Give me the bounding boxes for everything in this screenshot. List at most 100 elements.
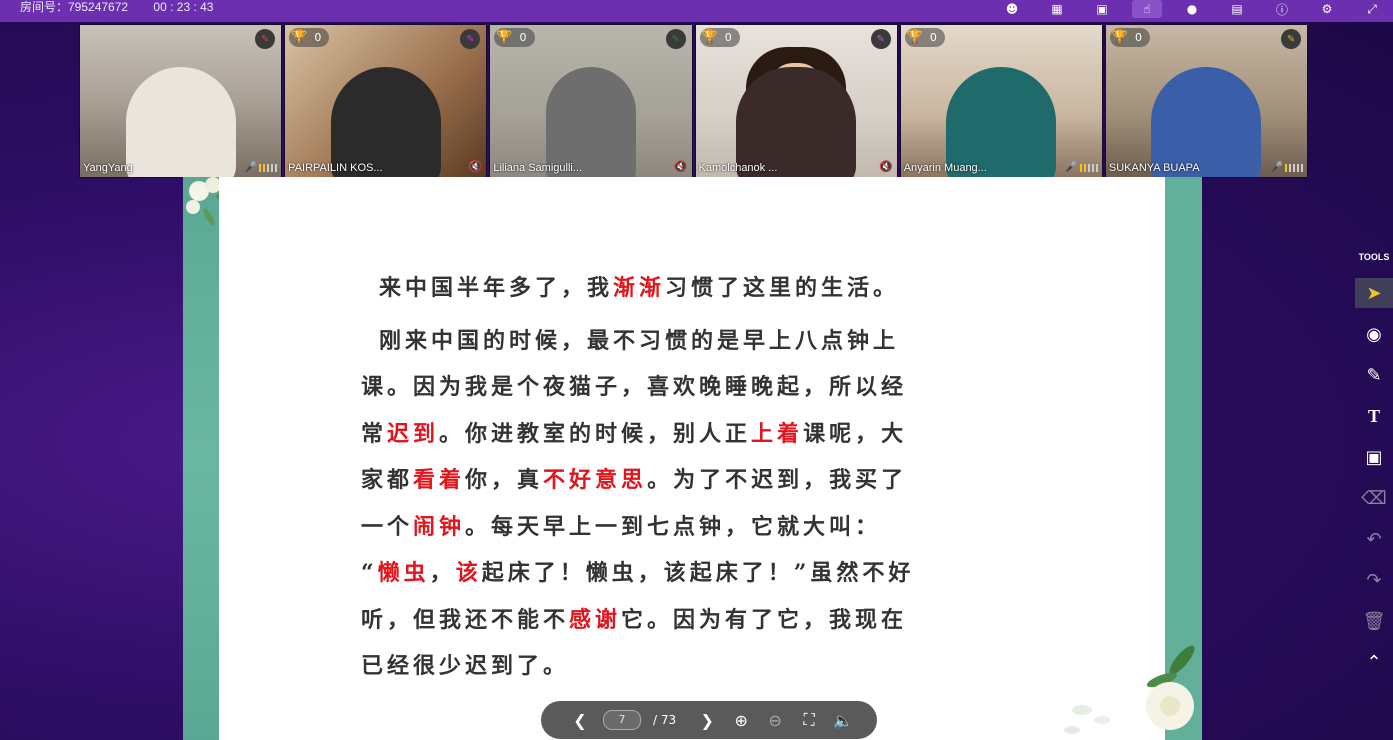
mic-muted-icon: 🔇 — [673, 160, 688, 173]
shape-tool-icon[interactable]: ▣ — [1355, 442, 1393, 472]
top-toolbar: ☻ ▦ ▣ ☝ ● ▤ ⓘ ⚙ ⤢ — [982, 0, 1387, 18]
hand-icon[interactable]: ☝ — [1132, 0, 1162, 18]
text-line: 听，但我还不能不感谢它。因为有了它，我现在 — [361, 597, 1021, 644]
pen-icon[interactable]: ✎ — [255, 29, 276, 49]
library-icon[interactable]: ▦ — [1042, 0, 1072, 18]
participant-name: Anyarin Muang... — [903, 162, 987, 174]
participant-body — [125, 67, 236, 177]
trophy-icon: 🏆 — [701, 30, 718, 45]
trophy-badge: 🏆 0 — [1109, 28, 1151, 47]
video-tile[interactable]: 🏆 0 ✎ PAIRPAILIN KOS... 🔇 — [284, 24, 488, 178]
text-segment: 已经很少迟到了。 — [361, 653, 570, 679]
eraser-tool-icon[interactable]: ⌫ — [1355, 483, 1393, 513]
trophy-icon: 🏆 — [496, 30, 513, 45]
flower-decoration-icon — [1064, 645, 1195, 734]
mic-status: 🔇 — [674, 160, 688, 173]
text-segment: 刚来中国的时候，最不习惯的是早上八点钟上 — [379, 327, 900, 354]
text-line: 一个闹钟。每天早上一到七点钟，它就大叫： — [361, 504, 1021, 551]
text-segment: 课呢，大 — [803, 420, 908, 447]
trophy-count: 0 — [519, 31, 527, 44]
pen-icon[interactable]: ✎ — [460, 29, 481, 49]
pointer-tool-icon[interactable]: ➤ — [1355, 278, 1393, 308]
page-number-input[interactable]: 7 — [603, 710, 641, 730]
mic-icon: 🎤 — [244, 162, 258, 173]
tools-panel: TOOLS ➤ ◉ ✎ T ▣ ⌫ ↶ ↷ 🗑 ⌃ — [1355, 252, 1393, 682]
settings-icon[interactable]: ⚙ — [1312, 0, 1342, 18]
text-segment: 常 — [361, 420, 388, 447]
trophy-count: 0 — [724, 31, 732, 44]
text-line: 刚来中国的时候，最不习惯的是早上八点钟上 — [379, 318, 1021, 365]
vocab-highlight: 闹钟 — [413, 513, 466, 540]
trophy-count: 0 — [1135, 31, 1143, 44]
prev-page-button[interactable]: ❮ — [563, 711, 597, 730]
text-line: 家都看着你，真不好意思。为了不迟到，我买了 — [361, 457, 1021, 504]
laser-tool-icon[interactable]: ◉ — [1355, 319, 1393, 349]
pen-icon[interactable]: ✎ — [665, 29, 686, 49]
video-strip: ✎ YangYang 🎤 🏆 0 ✎ PAIRPAILIN KOS... 🔇 🏆 0… — [79, 24, 1309, 178]
text-segment: 你，真 — [465, 467, 544, 493]
video-tile[interactable]: 🏆 0 ✎ Liliana Samigulli... 🔇 — [489, 24, 693, 178]
room-info: 房间号：795247672 00 : 23 : 43 — [20, 0, 235, 14]
text-tool-icon[interactable]: T — [1355, 401, 1393, 431]
pen-tool-icon[interactable]: ✎ — [1355, 360, 1393, 390]
pen-icon[interactable]: ✎ — [1281, 29, 1302, 49]
text-segment: ， — [429, 560, 456, 586]
pen-icon[interactable]: ✎ — [870, 29, 891, 49]
zoom-out-icon[interactable]: ⊖ — [758, 711, 792, 730]
slide-page[interactable]: 来中国半年多了，我渐渐习惯了这里的生活。 刚来中国的时候，最不习惯的是早上八点钟… — [219, 177, 1165, 740]
text-segment: 。为了不迟到，我买了 — [647, 467, 908, 493]
text-segment: 它。因为有了它，我现在 — [621, 606, 908, 633]
info-icon[interactable]: ⓘ — [1267, 0, 1297, 18]
text-line: 已经很少迟到了。 — [361, 643, 1021, 690]
text-segment: 习惯了这里的生活。 — [665, 275, 900, 301]
volume-icon[interactable]: 🔈 — [826, 711, 860, 730]
redo-icon[interactable]: ↷ — [1355, 565, 1393, 595]
text-line: “懒虫，该起床了！懒虫，该起床了！”虽然不好 — [361, 550, 1021, 597]
participant-name: Liliana Samigulli... — [493, 162, 582, 174]
mic-icon: 🎤 — [1270, 162, 1284, 173]
text-segment: 家都 — [361, 467, 414, 493]
lesson-text: 来中国半年多了，我渐渐习惯了这里的生活。 刚来中国的时候，最不习惯的是早上八点钟… — [361, 265, 1021, 690]
users-icon[interactable]: ☻ — [997, 0, 1027, 18]
trash-icon[interactable]: 🗑 — [1355, 606, 1393, 636]
text-segment: 课。因为我是个夜猫子，喜欢晚睡晚起，所以经 — [361, 374, 908, 400]
trophy-icon: 🏆 — [906, 30, 923, 45]
mic-status: 🔇 — [879, 160, 893, 173]
next-page-button[interactable]: ❯ — [690, 711, 724, 730]
video-tile[interactable]: ✎ YangYang 🎤 — [79, 24, 283, 178]
participant-name: PAIRPAILIN KOS... — [288, 162, 383, 174]
text-segment: 。你进教室的时候，别人正 — [439, 420, 752, 447]
text-segment: 起床了！懒虫，该起床了！”虽然不好 — [481, 560, 915, 586]
video-tile[interactable]: 🏆 0 Anyarin Muang... 🎤 — [899, 24, 1103, 178]
collapse-tools-icon[interactable]: ⌃ — [1355, 647, 1393, 677]
slide-pager: ❮ 7 / 73 ❯ ⊕ ⊖ ⛶ 🔈 — [541, 701, 877, 739]
expand-icon[interactable]: ⤢ — [1357, 0, 1387, 18]
text-segment: 来中国半年多了，我 — [379, 275, 614, 301]
vocab-highlight: 不好意思 — [543, 467, 648, 493]
mic-level: 🎤 — [1065, 162, 1098, 173]
vocab-highlight: 感谢 — [569, 606, 622, 633]
mic-icon: 🎤 — [1065, 162, 1078, 173]
chat-icon[interactable]: ● — [1177, 0, 1207, 18]
page-total: / 73 — [653, 713, 677, 727]
mic-level: 🎤 — [1270, 162, 1304, 173]
text-segment: 。每天早上一到七点钟，它就大叫： — [465, 513, 882, 540]
text-segment: 听，但我还不能不 — [361, 606, 570, 633]
top-bar: 房间号：795247672 00 : 23 : 43 ☻ ▦ ▣ ☝ ● ▤ ⓘ… — [0, 0, 1393, 22]
tools-title: TOOLS — [1358, 252, 1390, 262]
video-tile[interactable]: 🏆 0 ✎ Kamolchanok ... 🔇 — [694, 24, 898, 178]
vocab-highlight: 懒虫 — [377, 560, 430, 586]
text-segment: “ — [361, 560, 378, 586]
mic-level: 🎤 — [244, 162, 278, 173]
vocab-highlight: 该 — [455, 560, 482, 586]
fullscreen-icon[interactable]: ⛶ — [792, 710, 826, 730]
undo-icon[interactable]: ↶ — [1355, 524, 1393, 554]
trophy-badge: 🏆 0 — [699, 28, 740, 47]
trophy-icon: 🏆 — [291, 30, 308, 45]
trophy-badge: 🏆 0 — [289, 28, 330, 47]
trophy-badge: 🏆 0 — [904, 28, 945, 47]
calendar-icon[interactable]: ▤ — [1222, 0, 1252, 18]
zoom-in-icon[interactable]: ⊕ — [724, 711, 758, 730]
toolbox-icon[interactable]: ▣ — [1087, 0, 1117, 18]
video-tile[interactable]: 🏆 0 ✎ SUKANYA BUAPA 🎤 — [1104, 24, 1309, 178]
